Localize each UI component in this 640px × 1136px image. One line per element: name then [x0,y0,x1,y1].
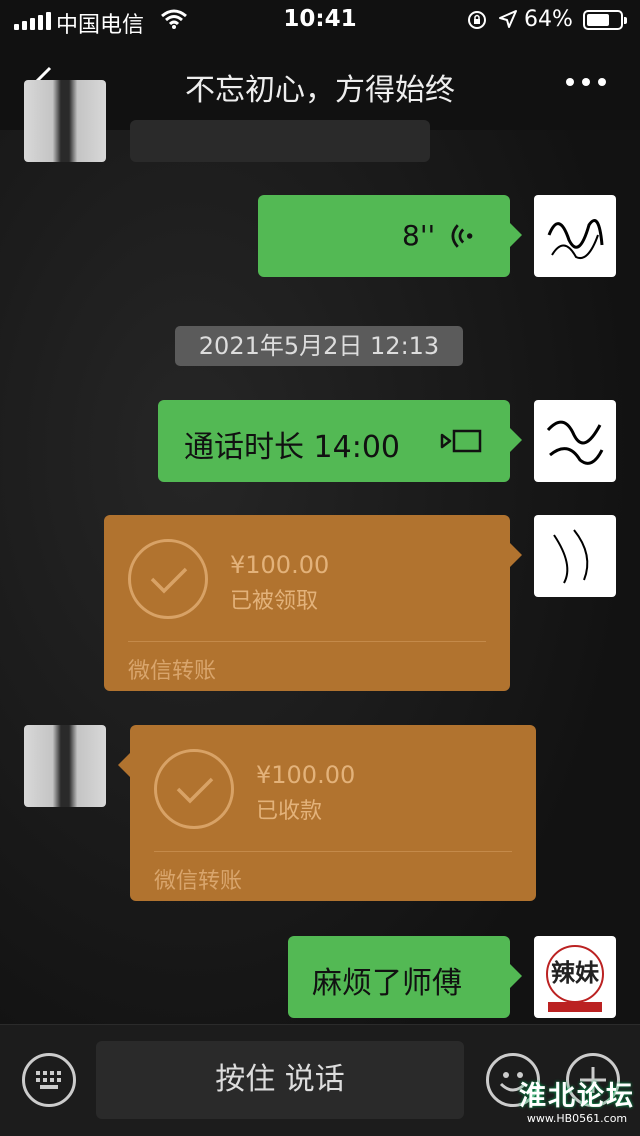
check-circle-icon [154,749,234,829]
check-circle-icon [128,539,208,619]
transfer-status: 已收款 [256,799,323,824]
status-bar: 中国电信 10:41 64% [0,0,640,40]
keyboard-icon[interactable] [22,1053,76,1107]
transfer-amount: ¥100.00 [256,761,356,789]
voice-message-bubble[interactable]: 8'' [258,195,522,277]
transfer-footer: 微信转账 [128,659,217,684]
location-icon [499,10,517,28]
more-icon[interactable] [566,78,606,90]
transfer-footer: 微信转账 [154,869,243,894]
voice-wave-icon [451,224,473,248]
my-avatar[interactable] [534,400,616,482]
forum-watermark: 淮北论坛 www.HB0561.com [514,1082,640,1136]
divider [154,851,512,852]
video-call-icon [440,429,482,453]
call-duration-bubble[interactable]: 通话时长 14:00 [158,400,522,482]
text-message-bubble[interactable]: 麻烦了师傅 [288,936,522,1018]
brand-logo-text: 辣妹 [551,959,599,987]
scribble-mark [547,219,604,259]
my-avatar[interactable] [534,195,616,277]
battery-icon [583,10,627,30]
transfer-amount: ¥100.00 [230,551,330,579]
voice-duration: 8'' [402,219,436,252]
watermark-url: www.HB0561.com [526,1112,628,1125]
call-duration-text: 通话时长 14:00 [184,430,400,465]
my-avatar-brand[interactable]: 辣妹 [534,936,616,1018]
transfer-sent-card[interactable]: ¥100.00 已被领取 微信转账 [104,515,522,691]
voice-message-partial[interactable] [130,120,430,162]
rotation-lock-icon [468,11,486,29]
battery-percent: 64% [524,7,573,32]
hold-to-talk-button[interactable]: 按住 说话 [96,1041,464,1119]
contact-avatar[interactable] [24,80,106,162]
brand-logo: 辣妹 [546,945,604,1012]
my-avatar[interactable] [534,515,616,597]
scribble-mark [553,529,589,584]
watermark-name: 淮北论坛 [519,1081,635,1112]
transfer-status: 已被领取 [230,589,319,614]
message-text: 麻烦了师傅 [312,966,462,1001]
divider [128,641,486,642]
contact-avatar[interactable] [24,725,106,807]
scribble-mark [546,420,604,465]
message-timestamp: 2021年5月2日 12:13 [175,326,463,366]
transfer-received-card[interactable]: ¥100.00 已收款 微信转账 [118,725,536,901]
